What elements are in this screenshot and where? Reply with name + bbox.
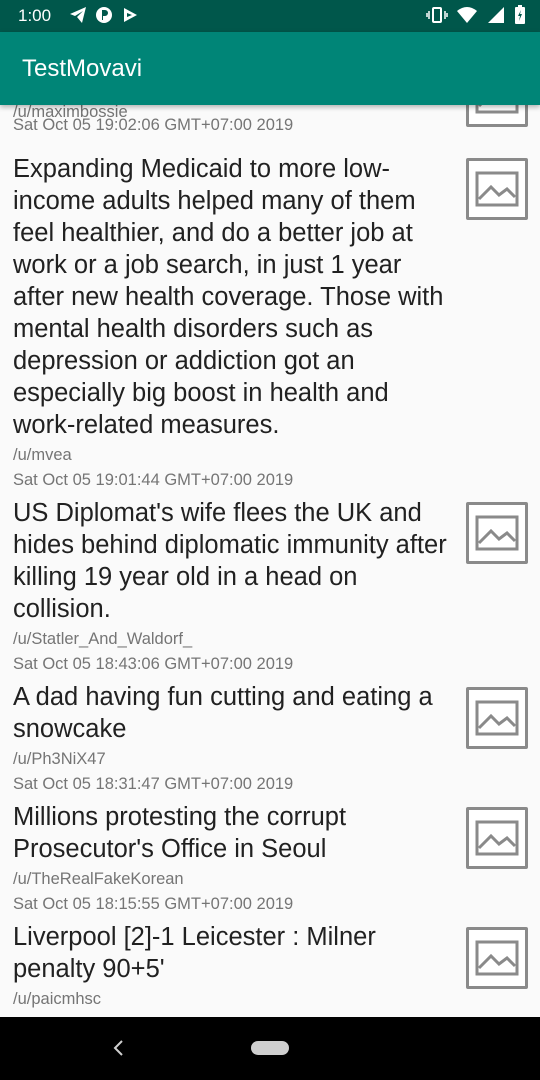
p-app-icon bbox=[94, 5, 114, 25]
status-bar: 1:00 bbox=[0, 0, 540, 32]
post-date: Sat Oct 05 18:15:55 GMT+07:00 2019 bbox=[13, 895, 294, 913]
wifi-icon bbox=[456, 5, 478, 30]
list-item[interactable]: Expanding Medicaid to more low-income ad… bbox=[0, 151, 540, 489]
post-title: Millions protesting the corrupt Prosecut… bbox=[13, 803, 347, 863]
navigation-bar bbox=[0, 1017, 540, 1080]
image-placeholder-icon bbox=[475, 820, 519, 856]
list-item[interactable]: US Diplomat's wife flees the UK and hide… bbox=[0, 495, 540, 679]
status-time: 1:00 bbox=[18, 6, 52, 25]
post-author: /u/mvea bbox=[13, 446, 72, 464]
post-author: /u/paicmhsc bbox=[13, 990, 102, 1008]
image-placeholder-icon bbox=[475, 940, 519, 976]
post-thumbnail[interactable] bbox=[466, 927, 528, 989]
image-placeholder-icon bbox=[475, 171, 519, 207]
app-title: TestMovavi bbox=[22, 55, 143, 82]
post-thumbnail[interactable] bbox=[466, 687, 528, 749]
vibrate-icon bbox=[426, 5, 448, 30]
post-date: Sat Oct 05 19:02:06 GMT+07:00 2019 bbox=[13, 116, 294, 134]
post-thumbnail[interactable] bbox=[466, 158, 528, 220]
post-date: Sat Oct 05 19:01:44 GMT+07:00 2019 bbox=[13, 471, 294, 489]
system-icons bbox=[426, 5, 526, 30]
list-item[interactable]: Liverpool [2]-1 Leicester : Milner penal… bbox=[0, 919, 540, 1017]
post-author: /u/Ph3NiX47 bbox=[13, 750, 106, 768]
post-author: /u/Statler_And_Waldorf_ bbox=[13, 630, 193, 648]
post-date: Sat Oct 05 18:43:06 GMT+07:00 2019 bbox=[13, 655, 294, 673]
notification-icons bbox=[68, 5, 140, 25]
home-pill-icon[interactable] bbox=[251, 1041, 289, 1055]
image-placeholder-icon bbox=[475, 700, 519, 736]
back-icon[interactable] bbox=[108, 1037, 130, 1059]
post-feed[interactable]: /u/maximbossie Sat Oct 05 19:02:06 GMT+0… bbox=[0, 105, 540, 1017]
post-author: /u/TheRealFakeKorean bbox=[13, 870, 184, 888]
battery-icon bbox=[514, 5, 526, 30]
app-bar: TestMovavi bbox=[0, 32, 540, 105]
image-placeholder-icon bbox=[475, 105, 519, 114]
post-thumbnail[interactable] bbox=[466, 105, 528, 127]
post-title: Liverpool [2]-1 Leicester : Milner penal… bbox=[13, 923, 376, 983]
list-item[interactable]: /u/maximbossie Sat Oct 05 19:02:06 GMT+0… bbox=[0, 105, 540, 145]
post-thumbnail[interactable] bbox=[466, 502, 528, 564]
post-title: US Diplomat's wife flees the UK and hide… bbox=[13, 499, 447, 623]
post-title: A dad having fun cutting and eating a sn… bbox=[13, 683, 433, 743]
list-item[interactable]: Millions protesting the corrupt Prosecut… bbox=[0, 799, 540, 917]
telegram-icon bbox=[68, 5, 88, 25]
post-title: Expanding Medicaid to more low-income ad… bbox=[13, 155, 444, 439]
list-item[interactable]: A dad having fun cutting and eating a sn… bbox=[0, 679, 540, 797]
signal-icon bbox=[486, 5, 506, 30]
post-date: Sat Oct 05 18:31:47 GMT+07:00 2019 bbox=[13, 775, 294, 793]
image-placeholder-icon bbox=[475, 515, 519, 551]
post-thumbnail[interactable] bbox=[466, 807, 528, 869]
play-icon bbox=[120, 5, 140, 25]
